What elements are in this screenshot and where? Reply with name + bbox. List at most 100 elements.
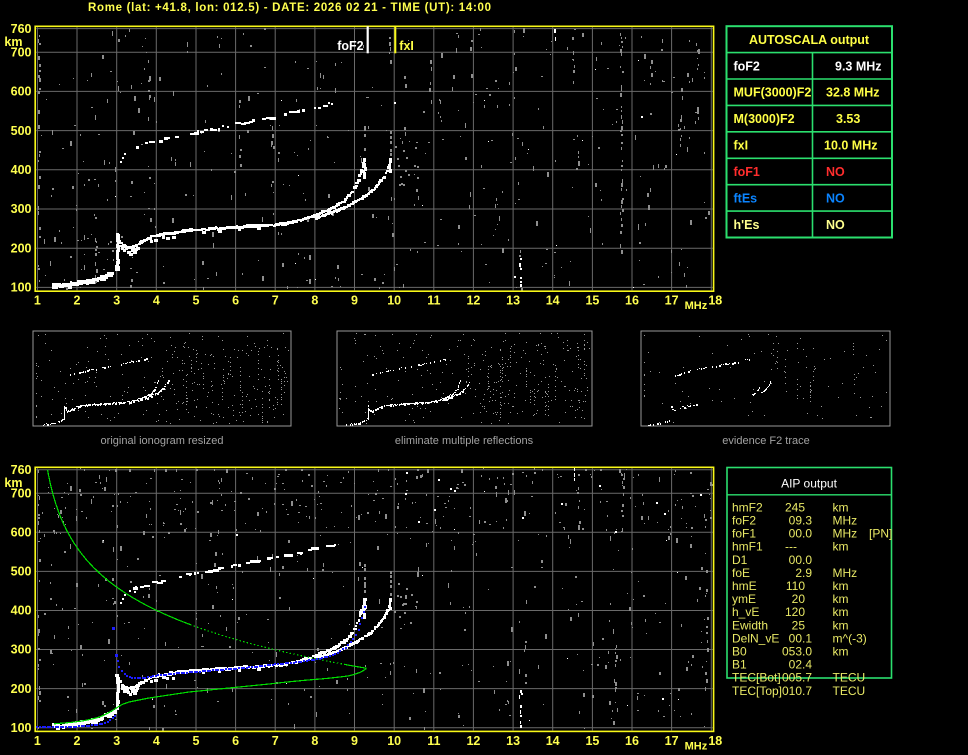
svg-text:00.1: 00.1 xyxy=(789,631,813,645)
svg-text:[PN]: [PN] xyxy=(869,527,892,541)
svg-text:00.0: 00.0 xyxy=(789,527,813,541)
svg-text:600: 600 xyxy=(11,526,32,540)
svg-text:km: km xyxy=(833,618,849,632)
svg-text:5: 5 xyxy=(193,734,200,748)
svg-text:100: 100 xyxy=(11,281,32,295)
svg-text:MUF(3000)F2: MUF(3000)F2 xyxy=(734,86,812,100)
svg-text:10: 10 xyxy=(387,294,401,308)
svg-text:9: 9 xyxy=(351,734,358,748)
svg-text:8: 8 xyxy=(311,294,318,308)
svg-text:AIP output: AIP output xyxy=(781,477,837,491)
svg-text:20: 20 xyxy=(792,592,806,606)
svg-text:m^(-3): m^(-3) xyxy=(833,631,867,645)
svg-text:hmF2: hmF2 xyxy=(732,500,763,514)
svg-text:14: 14 xyxy=(546,294,560,308)
svg-text:AUTOSCALA output: AUTOSCALA output xyxy=(749,33,870,47)
svg-text:12: 12 xyxy=(466,734,480,748)
svg-text:09.3: 09.3 xyxy=(789,514,813,528)
svg-text:110: 110 xyxy=(786,579,805,593)
svg-text:hmF1: hmF1 xyxy=(732,540,763,554)
svg-text:km: km xyxy=(833,605,849,619)
svg-text:3: 3 xyxy=(113,294,120,308)
svg-text:100: 100 xyxy=(11,721,32,735)
svg-text:km: km xyxy=(833,500,849,514)
svg-text:NO: NO xyxy=(826,218,845,232)
svg-text:13: 13 xyxy=(506,294,520,308)
svg-text:8: 8 xyxy=(311,734,318,748)
svg-text:km: km xyxy=(4,35,22,49)
svg-text:NO: NO xyxy=(826,165,845,179)
svg-text:h_vE: h_vE xyxy=(732,605,759,619)
svg-text:400: 400 xyxy=(11,604,32,618)
svg-text:18: 18 xyxy=(708,294,722,308)
svg-text:25: 25 xyxy=(792,618,806,632)
svg-text:foE: foE xyxy=(732,566,750,580)
svg-text:foF2: foF2 xyxy=(732,514,756,528)
svg-text:ftEs: ftEs xyxy=(734,191,758,205)
svg-text:MHz: MHz xyxy=(685,300,708,312)
svg-text:3.53: 3.53 xyxy=(836,112,860,126)
svg-text:300: 300 xyxy=(11,202,32,216)
svg-text:4: 4 xyxy=(153,734,160,748)
svg-text:B0: B0 xyxy=(732,645,747,659)
svg-text:760: 760 xyxy=(11,463,32,477)
svg-text:Rome (lat: +41.8, lon: 012.5): Rome (lat: +41.8, lon: 012.5) - DATE: 20… xyxy=(88,2,491,14)
svg-text:NO: NO xyxy=(826,191,845,205)
svg-text:MHz: MHz xyxy=(833,566,858,580)
svg-text:400: 400 xyxy=(11,163,32,177)
svg-text:300: 300 xyxy=(11,643,32,657)
svg-text:200: 200 xyxy=(11,682,32,696)
svg-text:2: 2 xyxy=(74,294,81,308)
svg-text:1: 1 xyxy=(34,294,41,308)
svg-text:4: 4 xyxy=(153,294,160,308)
svg-text:15: 15 xyxy=(585,294,599,308)
svg-text:16: 16 xyxy=(625,294,639,308)
svg-text:km: km xyxy=(833,540,849,554)
svg-text:10: 10 xyxy=(387,734,401,748)
svg-text:00.0: 00.0 xyxy=(789,553,813,567)
svg-text:18: 18 xyxy=(708,734,722,748)
svg-text:MHz: MHz xyxy=(833,514,858,528)
svg-text:B1: B1 xyxy=(732,658,747,672)
svg-text:17: 17 xyxy=(665,294,679,308)
svg-text:foF1: foF1 xyxy=(734,165,760,179)
svg-text:1: 1 xyxy=(34,734,41,748)
svg-text:foF2: foF2 xyxy=(734,59,760,73)
svg-text:MHz: MHz xyxy=(833,527,858,541)
svg-text:6: 6 xyxy=(232,294,239,308)
svg-text:17: 17 xyxy=(665,734,679,748)
svg-text:---: --- xyxy=(785,540,797,554)
svg-text:M(3000)F2: M(3000)F2 xyxy=(734,112,795,126)
svg-text:fxI: fxI xyxy=(734,139,749,153)
svg-text:km: km xyxy=(4,476,22,490)
svg-text:6: 6 xyxy=(232,734,239,748)
svg-text:120: 120 xyxy=(785,605,805,619)
svg-text:32.8 MHz: 32.8 MHz xyxy=(826,86,880,100)
svg-text:760: 760 xyxy=(11,22,32,36)
svg-text:original ionogram resized: original ionogram resized xyxy=(101,435,224,447)
svg-text:11: 11 xyxy=(427,734,440,748)
svg-text:evidence F2 trace: evidence F2 trace xyxy=(722,435,809,447)
svg-text:MHz: MHz xyxy=(685,741,708,753)
svg-text:km: km xyxy=(833,645,849,659)
svg-text:9: 9 xyxy=(351,294,358,308)
svg-text:eliminate multiple reflections: eliminate multiple reflections xyxy=(395,435,534,447)
svg-text:15: 15 xyxy=(585,734,599,748)
svg-text:245: 245 xyxy=(785,500,805,514)
svg-text:2.9: 2.9 xyxy=(795,566,812,580)
svg-text:13: 13 xyxy=(506,734,520,748)
svg-text:7: 7 xyxy=(272,734,279,748)
svg-text:TEC[Top]: TEC[Top] xyxy=(732,684,782,698)
svg-text:7: 7 xyxy=(272,294,279,308)
svg-text:14: 14 xyxy=(546,734,560,748)
svg-text:km: km xyxy=(833,579,849,593)
svg-text:fxI: fxI xyxy=(399,39,414,53)
svg-text:005.7: 005.7 xyxy=(782,671,812,685)
svg-text:TEC[Bot]: TEC[Bot] xyxy=(732,671,781,685)
svg-text:500: 500 xyxy=(11,565,32,579)
svg-text:12: 12 xyxy=(466,294,480,308)
svg-text:053.0: 053.0 xyxy=(782,645,812,659)
svg-text:02.4: 02.4 xyxy=(789,658,813,672)
svg-text:10.0 MHz: 10.0 MHz xyxy=(824,139,878,153)
svg-text:3: 3 xyxy=(113,734,120,748)
